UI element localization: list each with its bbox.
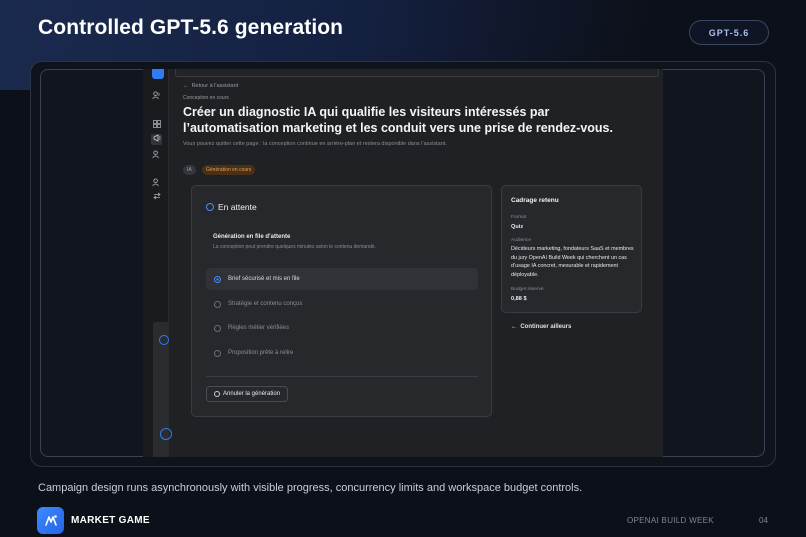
budget-value: 0,88 $	[511, 296, 527, 302]
audience-label: Audience	[511, 238, 532, 243]
continue-elsewhere-link[interactable]: ← Continuer ailleurs	[511, 324, 571, 330]
status-title: En attente	[218, 202, 257, 212]
arrow-left-icon: ←	[183, 83, 189, 89]
step-label: Brief sécurisé et mis en file	[228, 276, 300, 282]
back-link-label: Retour à l'assistant	[191, 83, 239, 89]
cancel-label: Annuler la génération	[223, 391, 281, 397]
breadcrumb: Conception en cours	[183, 95, 229, 101]
step-indicator-icon	[214, 300, 221, 308]
event-label: OPENAI BUILD WEEK	[627, 516, 714, 525]
brand-logo-icon	[37, 507, 64, 534]
slide-caption: Campaign design runs asynchronously with…	[38, 482, 583, 494]
divider	[206, 376, 478, 377]
generation-status-card: En attente Génération en file d’attente …	[191, 185, 492, 417]
step-label: Règles métier vérifiées	[228, 325, 290, 331]
sidebar	[143, 69, 172, 457]
tag-ia: IA	[183, 165, 196, 175]
app-window: ← Retour à l'assistant Conception en cou…	[143, 69, 663, 457]
step-indicator-icon	[214, 324, 221, 332]
continue-label: Continuer ailleurs	[520, 324, 572, 330]
slide-title: Controlled GPT-5.6 generation	[38, 16, 344, 39]
team-icon[interactable]	[151, 178, 162, 189]
brief-summary-card: Cadrage retenu Format Quiz Audience Déci…	[501, 185, 642, 313]
back-link[interactable]: ← Retour à l'assistant	[183, 83, 238, 89]
summary-title: Cadrage retenu	[511, 197, 559, 204]
model-badge: GPT-5.6	[689, 20, 769, 45]
step-indicator-icon	[214, 275, 221, 283]
status-indicator-icon	[159, 335, 169, 345]
cancel-generation-button[interactable]: Annuler la génération	[206, 386, 289, 402]
page-subtitle: Vous pouvez quitter cette page : la conc…	[183, 141, 447, 147]
users-icon[interactable]	[151, 91, 162, 102]
transfer-icon[interactable]	[151, 192, 162, 203]
step-indicator-icon	[214, 349, 221, 357]
clock-icon	[206, 203, 214, 211]
arrow-left-icon: ←	[511, 324, 517, 330]
top-bar	[175, 69, 659, 77]
brand-name: MARKET GAME	[71, 515, 150, 526]
progress-step: Stratégie et contenu conçus	[206, 293, 478, 315]
audience-value: Décideurs marketing, fondateurs SaaS et …	[511, 246, 634, 278]
step-label: Stratégie et contenu conçus	[228, 301, 303, 307]
progress-step: Proposition prête à relire	[206, 342, 478, 364]
status-badge: Génération en cours	[202, 165, 256, 175]
app-logo-icon[interactable]	[152, 69, 164, 79]
page-title: Créer un diagnostic IA qui qualifie les …	[183, 105, 613, 135]
format-value: Quiz	[511, 224, 524, 230]
queue-title: Génération en file d’attente	[213, 234, 291, 240]
queue-subtitle: La conception peut prendre quelques minu…	[213, 244, 376, 250]
page-number: 04	[759, 516, 768, 525]
progress-step: Brief sécurisé et mis en file	[206, 268, 478, 290]
cancel-icon	[214, 391, 220, 397]
format-label: Format	[511, 215, 527, 220]
status-card-header: En attente	[206, 202, 257, 212]
megaphone-icon[interactable]	[151, 134, 162, 145]
grid-icon[interactable]	[151, 120, 162, 131]
budget-label: Budget réservé	[511, 287, 544, 292]
user-icon[interactable]	[151, 150, 162, 161]
progress-step: Règles métier vérifiées	[206, 317, 478, 339]
step-label: Proposition prête à relire	[228, 350, 294, 356]
assistant-icon[interactable]	[160, 428, 172, 440]
